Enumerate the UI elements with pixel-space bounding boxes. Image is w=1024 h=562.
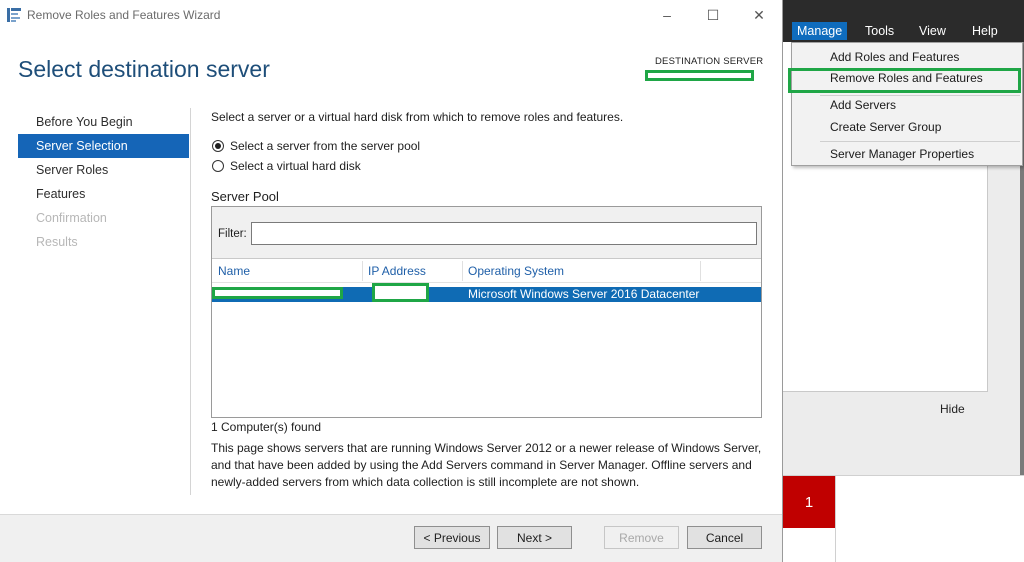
row-operating-system: Microsoft Windows Server 2016 Datacenter: [468, 287, 700, 301]
radio-vhd-label: Select a virtual hard disk: [230, 159, 361, 173]
table-header: Name IP Address Operating System: [212, 259, 761, 283]
nav-step-before-you-begin[interactable]: Before You Begin: [18, 110, 189, 134]
column-separator: [700, 261, 701, 281]
page-title: Select destination server: [18, 56, 270, 82]
menu-manage[interactable]: Manage: [792, 22, 848, 40]
wizard-footer: < Previous Next > Remove Cancel: [0, 514, 782, 562]
remove-roles-highlight-box: [788, 68, 1021, 93]
menu-tools[interactable]: Tools: [860, 22, 899, 40]
nav-step-confirmation: Confirmation: [36, 211, 107, 225]
tile-divider: [835, 476, 836, 562]
menu-item-add-servers[interactable]: Add Servers: [792, 94, 1022, 116]
radio-server-pool-label: Select a server from the server pool: [230, 139, 421, 153]
column-ip-address[interactable]: IP Address: [362, 259, 426, 283]
radio-vhd[interactable]: [212, 160, 224, 172]
wizard-app-icon: [7, 8, 21, 22]
filter-bar: Filter:: [212, 207, 761, 259]
cancel-button[interactable]: Cancel: [687, 526, 762, 549]
menu-separator: [820, 141, 1020, 142]
nav-step-server-selection[interactable]: Server Selection: [18, 134, 189, 158]
menu-item-server-manager-properties[interactable]: Server Manager Properties: [792, 143, 1022, 165]
nav-step-results: Results: [36, 235, 78, 249]
wizard-header: Select destination server DESTINATION SE…: [0, 30, 782, 108]
menu-view[interactable]: View: [914, 22, 951, 40]
column-operating-system[interactable]: Operating System: [462, 259, 564, 283]
manage-dropdown-menu: Add Roles and Features Remove Roles and …: [788, 42, 1023, 166]
minimize-icon[interactable]: –: [644, 0, 690, 30]
table-row[interactable]: Microsoft Windows Server 2016 Datacenter: [212, 283, 761, 302]
computers-found-count: 1 Computer(s) found: [211, 420, 322, 434]
next-button[interactable]: Next >: [497, 526, 572, 549]
maximize-icon[interactable]: ☐: [690, 0, 736, 30]
radio-server-pool[interactable]: [212, 140, 224, 152]
radio-server-pool-option[interactable]: Select a server from the server pool: [212, 138, 420, 154]
radio-vhd-option[interactable]: Select a virtual hard disk: [212, 158, 361, 174]
server-pool-heading: Server Pool: [211, 189, 279, 204]
destination-server-redacted: [645, 70, 754, 81]
destination-server-label: DESTINATION SERVER: [655, 56, 764, 67]
server-name-redacted: [212, 287, 343, 299]
nav-step-server-roles[interactable]: Server Roles: [18, 158, 189, 182]
close-icon[interactable]: ✕: [736, 0, 782, 30]
ip-address-redacted: [372, 283, 429, 302]
status-tile: 1: [783, 475, 1024, 562]
column-name[interactable]: Name: [212, 259, 250, 283]
previous-button[interactable]: < Previous: [414, 526, 490, 549]
menu-help[interactable]: Help: [967, 22, 1003, 40]
alert-count-badge[interactable]: 1: [783, 476, 835, 528]
server-manager-menubar: Manage Tools View Help: [783, 0, 1024, 42]
instruction-text: Select a server or a virtual hard disk f…: [211, 110, 624, 124]
server-pool-table: Filter: Name IP Address Operating System…: [211, 206, 762, 418]
filter-input[interactable]: [251, 222, 757, 245]
window-title: Remove Roles and Features Wizard: [27, 8, 221, 22]
nav-step-features[interactable]: Features: [18, 182, 189, 206]
title-bar: Remove Roles and Features Wizard – ☐ ✕: [0, 0, 782, 30]
hide-link[interactable]: Hide: [940, 402, 965, 416]
menu-item-add-roles[interactable]: Add Roles and Features: [792, 46, 1022, 68]
remove-button: Remove: [604, 526, 679, 549]
filter-label: Filter:: [218, 228, 247, 240]
nav-divider: [190, 108, 191, 495]
server-pool-description: This page shows servers that are running…: [211, 441, 762, 489]
remove-roles-wizard-window: Remove Roles and Features Wizard – ☐ ✕ S…: [0, 0, 783, 562]
wizard-steps-nav: Before You Begin Server Selection Server…: [18, 110, 189, 254]
menu-item-create-server-group[interactable]: Create Server Group: [792, 116, 1022, 138]
